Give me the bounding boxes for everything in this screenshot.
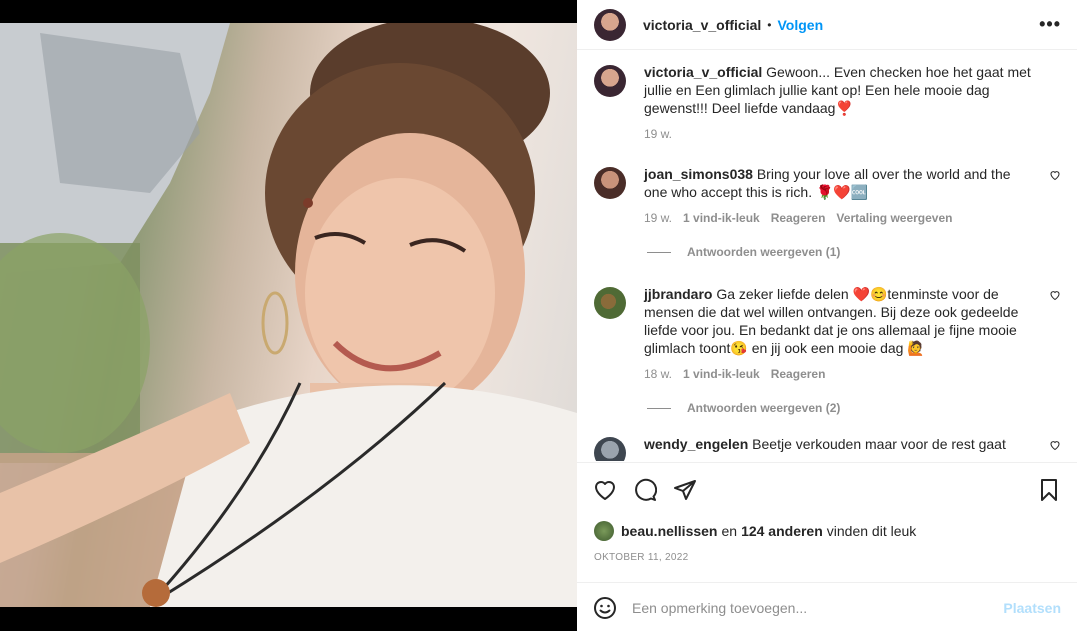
reply-button[interactable]: Reageren bbox=[771, 367, 826, 381]
comment-meta: 19 w. 1 vind-ik-leuk Reageren Vertaling … bbox=[644, 211, 1033, 225]
emoji-icon[interactable] bbox=[593, 596, 617, 620]
comment-body: wendy_engelen Beetje verkouden maar voor… bbox=[644, 427, 1061, 461]
liker-username[interactable]: beau.nellissen bbox=[621, 523, 717, 539]
add-comment-bar: Plaatsen bbox=[593, 584, 1061, 631]
avatar[interactable] bbox=[594, 8, 626, 41]
avatar[interactable] bbox=[594, 287, 626, 319]
caption-body: victoria_v_official Gewoon... Even check… bbox=[644, 55, 1061, 141]
like-heart-icon[interactable] bbox=[593, 478, 617, 502]
post-modal: victoria_v_official • Volgen ••• victori… bbox=[0, 0, 1077, 631]
divider bbox=[577, 582, 1077, 583]
post-comment-button[interactable]: Plaatsen bbox=[1003, 600, 1061, 616]
likes-summary: beau.nellissen en 124 anderen vinden dit… bbox=[594, 521, 916, 541]
likes-suffix: vinden dit leuk bbox=[826, 523, 917, 539]
share-send-icon[interactable] bbox=[673, 478, 697, 502]
timestamp[interactable]: 18 w. bbox=[644, 367, 672, 381]
replies-line bbox=[647, 251, 671, 253]
replies-label: Antwoorden weergeven (2) bbox=[687, 401, 841, 415]
avatar[interactable] bbox=[594, 65, 626, 97]
avatar[interactable] bbox=[594, 521, 614, 541]
translate-button[interactable]: Vertaling weergeven bbox=[836, 211, 952, 225]
divider bbox=[577, 462, 1077, 463]
comment-username[interactable]: joan_simons038 bbox=[644, 166, 753, 182]
comment-username[interactable]: jjbrandaro bbox=[644, 286, 712, 302]
comment: joan_simons038 Bring your love all over … bbox=[594, 157, 1061, 225]
post-side-panel: victoria_v_official • Volgen ••• victori… bbox=[577, 0, 1077, 631]
more-options-icon[interactable]: ••• bbox=[1039, 14, 1061, 35]
post-photo[interactable] bbox=[0, 23, 577, 607]
comment: wendy_engelen Beetje verkouden maar voor… bbox=[594, 427, 1061, 461]
comment-text: wendy_engelen Beetje verkouden maar voor… bbox=[644, 435, 1033, 453]
post-header: victoria_v_official • Volgen ••• bbox=[577, 0, 1077, 50]
heart-icon[interactable] bbox=[1049, 289, 1061, 301]
action-bar bbox=[593, 475, 1061, 505]
likes-and: en bbox=[721, 523, 738, 539]
post-date[interactable]: OKTOBER 11, 2022 bbox=[594, 552, 688, 563]
follow-button[interactable]: Volgen bbox=[777, 17, 823, 33]
replies-line bbox=[647, 407, 671, 409]
reply-button[interactable]: Reageren bbox=[771, 211, 826, 225]
post-media bbox=[0, 0, 577, 631]
post-username[interactable]: victoria_v_official bbox=[643, 17, 761, 33]
timestamp[interactable]: 19 w. bbox=[644, 211, 672, 225]
caption-username[interactable]: victoria_v_official bbox=[644, 64, 762, 80]
comments-list[interactable]: victoria_v_official Gewoon... Even check… bbox=[577, 55, 1077, 461]
comment-content: Beetje verkouden maar voor de rest gaat bbox=[752, 436, 1006, 452]
comment-body: joan_simons038 Bring your love all over … bbox=[644, 157, 1061, 225]
caption: victoria_v_official Gewoon... Even check… bbox=[594, 55, 1061, 141]
timestamp[interactable]: 19 w. bbox=[644, 127, 672, 141]
like-count[interactable]: 1 vind-ik-leuk bbox=[683, 367, 760, 381]
separator-dot: • bbox=[767, 17, 772, 32]
avatar[interactable] bbox=[594, 437, 626, 461]
comment-input[interactable] bbox=[632, 599, 1004, 616]
portrait-photo bbox=[0, 23, 577, 607]
comment-meta: 18 w. 1 vind-ik-leuk Reageren bbox=[644, 367, 1033, 381]
likes-count[interactable]: 124 anderen bbox=[741, 523, 823, 539]
comment-username[interactable]: wendy_engelen bbox=[644, 436, 748, 452]
avatar[interactable] bbox=[594, 167, 626, 199]
comment-text: joan_simons038 Bring your love all over … bbox=[644, 165, 1033, 201]
like-count[interactable]: 1 vind-ik-leuk bbox=[683, 211, 760, 225]
heart-icon[interactable] bbox=[1049, 439, 1061, 451]
caption-text: victoria_v_official Gewoon... Even check… bbox=[644, 63, 1033, 117]
comment-body: jjbrandaro Ga zeker liefde delen ❤️😊tenm… bbox=[644, 277, 1061, 381]
comment: jjbrandaro Ga zeker liefde delen ❤️😊tenm… bbox=[594, 277, 1061, 381]
caption-meta: 19 w. bbox=[644, 127, 1033, 141]
heart-icon[interactable] bbox=[1049, 169, 1061, 181]
replies-label: Antwoorden weergeven (1) bbox=[687, 245, 841, 259]
view-replies-button[interactable]: Antwoorden weergeven (1) bbox=[647, 245, 1061, 259]
comment-text: jjbrandaro Ga zeker liefde delen ❤️😊tenm… bbox=[644, 285, 1033, 357]
view-replies-button[interactable]: Antwoorden weergeven (2) bbox=[647, 401, 1061, 415]
comment-bubble-icon[interactable] bbox=[633, 478, 657, 502]
bookmark-icon[interactable] bbox=[1037, 478, 1061, 502]
